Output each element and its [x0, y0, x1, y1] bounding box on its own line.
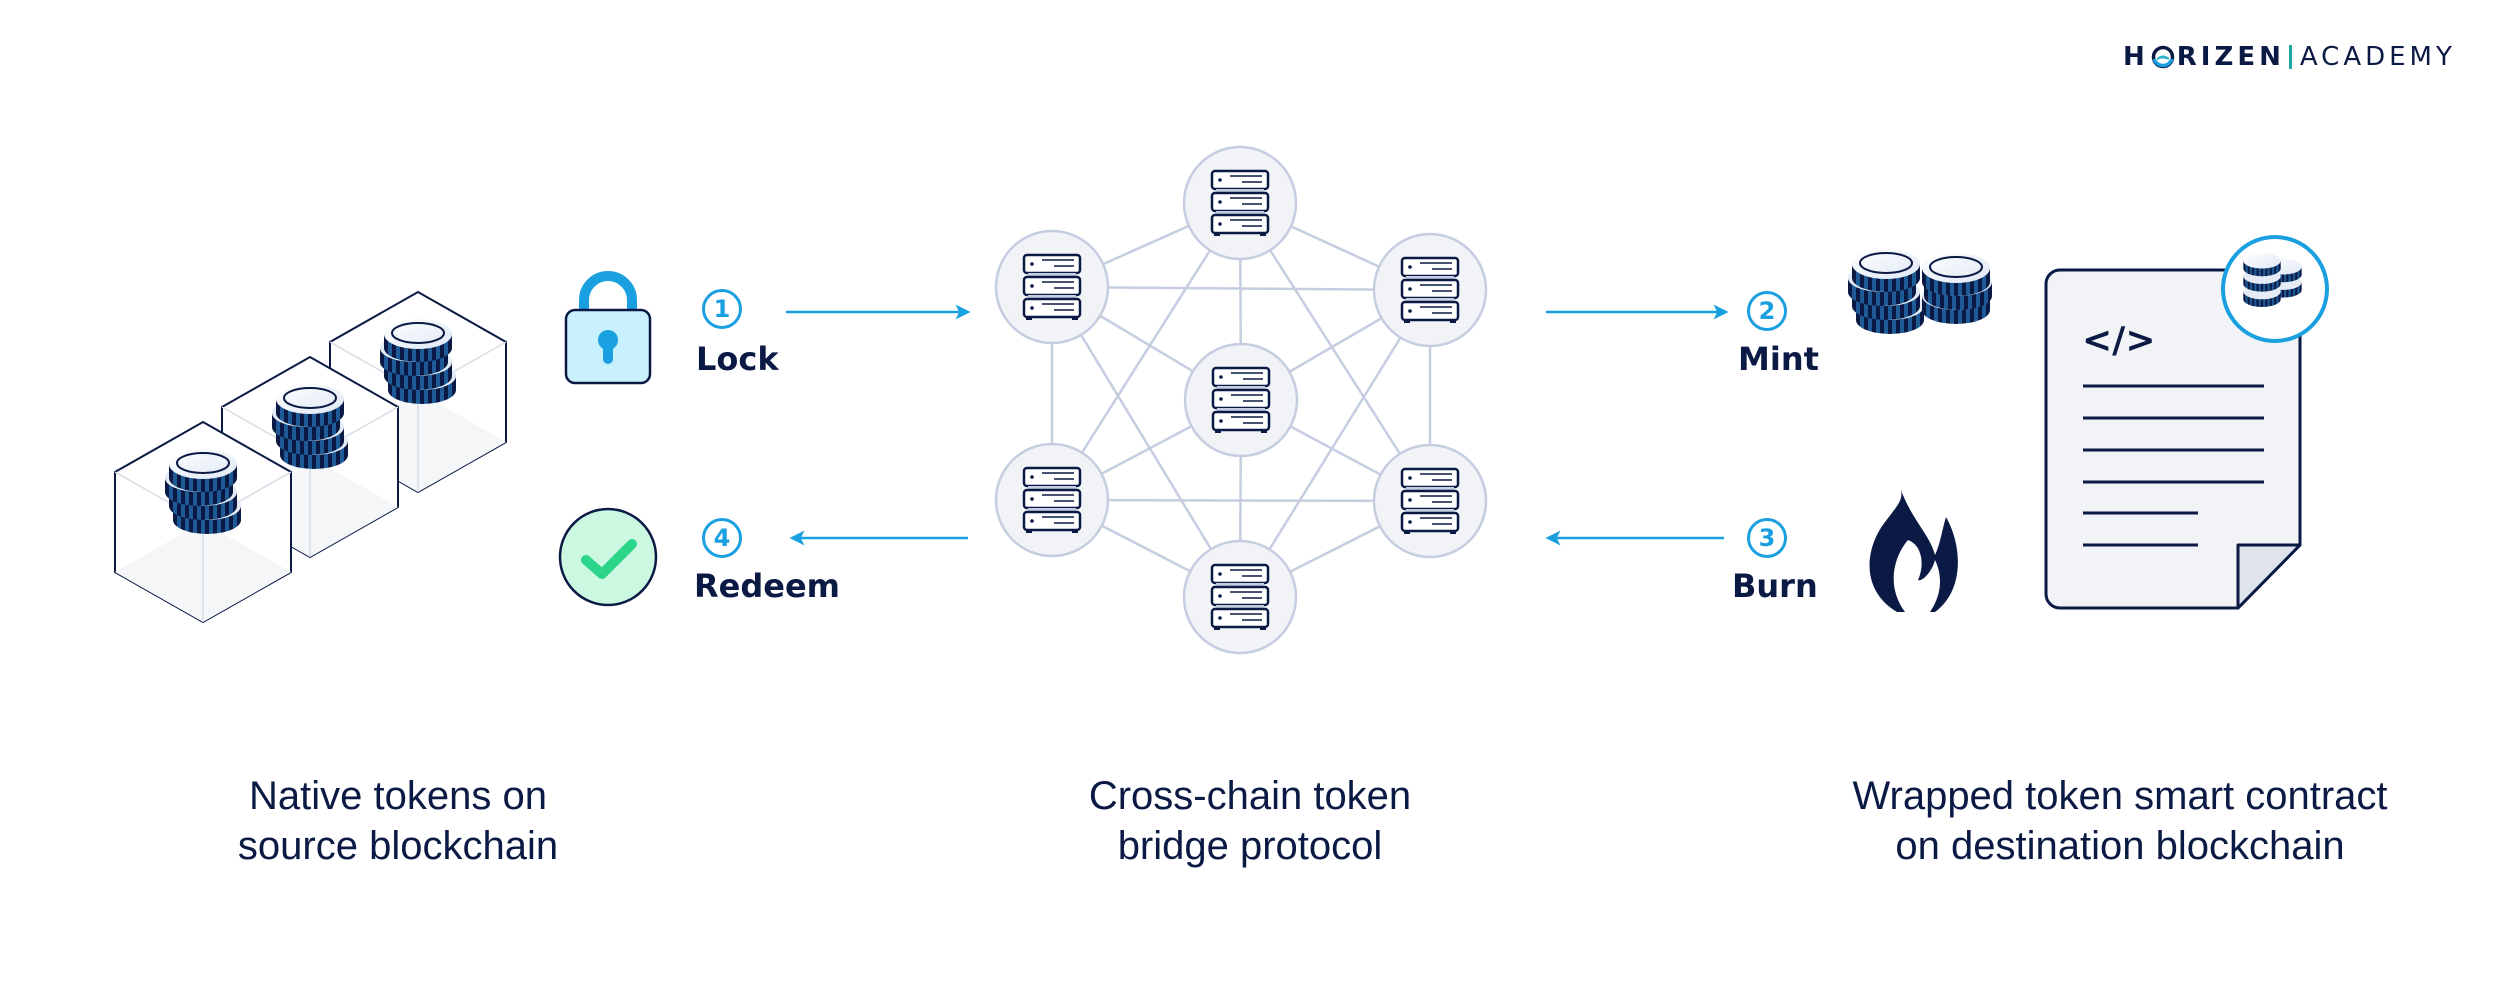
source-caption-line2: source blockchain — [237, 824, 559, 868]
step-3-number: 3 — [1747, 518, 1787, 558]
server-node — [1372, 443, 1488, 559]
token-badge — [2221, 235, 2329, 343]
server-icon — [1022, 466, 1082, 535]
source-caption: Native tokens on source blockchain — [168, 771, 628, 871]
coin-stacks-icon — [1847, 248, 1992, 335]
padlock-icon — [564, 271, 652, 385]
coins-in-blocks-icon — [114, 290, 507, 624]
server-icon — [1022, 253, 1082, 322]
destination-caption: Wrapped token smart contract on destinat… — [1810, 771, 2430, 871]
bridge-diagram: H RIZEN ACADEMY </> 1 Lock 2 Mint 3 Burn… — [0, 0, 2501, 998]
server-icon — [1211, 366, 1271, 435]
smart-contract-document-icon: </> — [2044, 235, 2329, 610]
bridge-caption-line2: bridge protocol — [1117, 824, 1383, 868]
destination-caption-line1: Wrapped token smart contract — [1852, 774, 2388, 818]
server-icon — [1400, 467, 1460, 536]
bridge-caption: Cross-chain token bridge protocol — [1020, 771, 1480, 871]
source-caption-line1: Native tokens on — [249, 774, 547, 818]
step-3-label: Burn — [1732, 567, 1818, 605]
server-node — [1182, 145, 1298, 261]
server-network-icon — [994, 145, 1488, 655]
server-icon — [1210, 169, 1270, 238]
server-node — [994, 442, 1110, 558]
step-4-number: 4 — [702, 518, 742, 558]
step-1-label: Lock — [696, 340, 779, 378]
step-2-label: Mint — [1738, 340, 1819, 378]
code-symbol: </> — [2082, 320, 2155, 361]
server-node — [1182, 539, 1298, 655]
flame-icon — [1869, 490, 1958, 612]
server-node — [994, 229, 1110, 345]
server-icon — [1210, 563, 1270, 632]
destination-caption-line2: on destination blockchain — [1895, 824, 2345, 868]
server-icon — [1400, 256, 1460, 325]
step-4-label: Redeem — [694, 567, 840, 605]
step-1-number: 1 — [702, 289, 742, 329]
server-node — [1183, 342, 1299, 458]
checkmark-icon — [558, 507, 658, 607]
server-node — [1372, 232, 1488, 348]
bridge-caption-line1: Cross-chain token — [1088, 774, 1412, 818]
step-2-number: 2 — [1747, 291, 1787, 331]
